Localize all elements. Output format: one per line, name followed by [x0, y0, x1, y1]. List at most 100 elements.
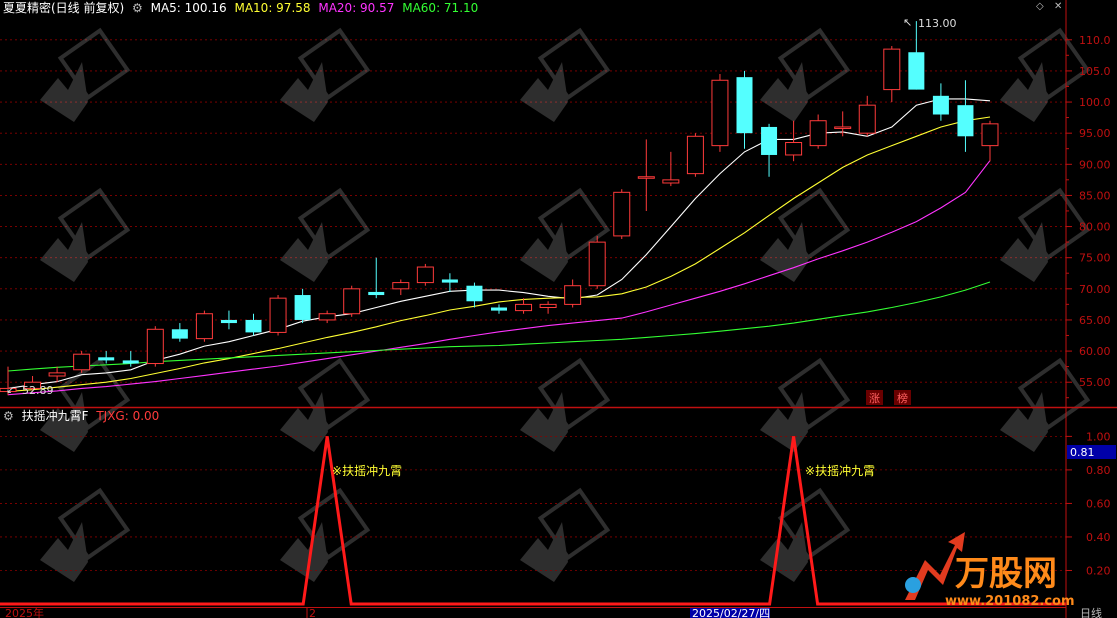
price-tick-label: 90.00 [1079, 158, 1111, 171]
logo-brand-text: 万股网 [955, 554, 1057, 594]
watermark-bull-icon [1000, 392, 1048, 452]
candle [368, 257, 385, 299]
signal-series [0, 436, 1066, 606]
indicator-name[interactable]: 扶摇冲九霄F [22, 409, 89, 423]
candle [416, 263, 434, 286]
main-header: 夏夏精密(日线 前复权) ⚙ MA5: 100.16 MA10: 97.58 M… [3, 0, 482, 16]
candle-body [294, 295, 311, 320]
candle-body [858, 104, 876, 134]
indicator-tick-label: 0.80 [1086, 464, 1111, 477]
signal-label-1: ※扶摇冲九霄 [332, 463, 402, 478]
candle [539, 301, 557, 314]
candle-body [932, 95, 949, 115]
candle [785, 120, 803, 162]
candle [392, 279, 410, 296]
watermark-bull-icon [280, 392, 328, 452]
candle-body [957, 105, 974, 137]
candle-body [48, 372, 66, 377]
zhang-badge[interactable]: 涨 [866, 390, 883, 405]
watermark-bull-icon [760, 392, 808, 452]
watermark-mark [280, 357, 371, 452]
low-price-label: 52.89 [22, 384, 54, 397]
candle-body [368, 291, 385, 296]
candle-body [441, 279, 458, 283]
candle [711, 74, 729, 152]
footer-period-label: 日线 [1080, 606, 1102, 618]
indicator-gear-icon[interactable]: ⚙ [3, 409, 14, 423]
watermark-bull-icon [40, 62, 88, 122]
candle-body [785, 142, 803, 156]
candle-body [466, 285, 483, 302]
watermark-mark [520, 27, 611, 122]
indicator-tick-label: 0.60 [1086, 497, 1111, 510]
price-tick-label: 55.00 [1079, 376, 1111, 389]
watermark-bull-icon [520, 392, 568, 452]
candlestick-series[interactable] [0, 21, 999, 396]
candle-body [318, 313, 336, 321]
ma60-label: MA60: 71.10 [402, 1, 479, 15]
candle-body [736, 77, 753, 134]
watermark-mark [760, 357, 851, 452]
candle [171, 323, 188, 342]
candle-body [761, 126, 778, 155]
candle [220, 310, 237, 330]
candle-body [662, 179, 680, 184]
candle [245, 313, 262, 336]
stock-title[interactable]: 夏夏精密(日线 前复权) [3, 1, 124, 15]
candle-body [220, 319, 237, 324]
candle [613, 189, 631, 240]
candle-body [908, 52, 925, 90]
candle-body [392, 282, 410, 290]
bang-badge[interactable]: 榜 [894, 390, 911, 405]
price-axis: 110.0 105.0 100.0 95.00 90.00 85.00 80.00 75.00… [1066, 34, 1111, 399]
diamond-icon[interactable]: ◇ [1036, 1, 1044, 12]
indicator-tick-label: 1.00 [1086, 430, 1111, 443]
candle-body [491, 307, 507, 311]
watermark-bull-icon [40, 222, 88, 282]
settings-gear-icon[interactable]: ⚙ [132, 1, 143, 15]
watermark-bull-icon [280, 62, 328, 122]
candle-body [711, 79, 729, 147]
watermark-bull-icon [1000, 62, 1048, 122]
candle-body [98, 357, 115, 361]
brand-logo: 万股网 www.201082.com [905, 532, 1075, 609]
watermark-mark [1000, 357, 1091, 452]
candle [491, 304, 507, 314]
close-icon[interactable]: ✕ [1054, 1, 1062, 12]
price-tick-label: 80.00 [1079, 221, 1111, 234]
candle [957, 80, 974, 152]
price-tick-label: 70.00 [1079, 283, 1111, 296]
watermark-mark [40, 487, 131, 582]
ma10-label: MA10: 97.58 [234, 1, 311, 15]
watermark-mark [520, 357, 611, 452]
candle [588, 235, 606, 289]
zhang-badge-label: 涨 [869, 392, 880, 405]
candle [686, 133, 704, 177]
price-tick-label: 60.00 [1079, 345, 1111, 358]
watermark-mark [1000, 187, 1091, 282]
candle [294, 288, 311, 324]
watermark-mark [40, 27, 131, 122]
high-price-pointer: ↖ [903, 16, 912, 29]
candle-body [146, 328, 164, 365]
signal-label-2: ※扶摇冲九霄 [805, 463, 875, 478]
candle [908, 21, 925, 90]
logo-coin-icon [905, 577, 921, 593]
price-tick-label: 95.00 [1079, 127, 1111, 140]
watermark-mark [520, 487, 611, 582]
candle [73, 351, 91, 373]
candle-body [269, 297, 287, 333]
price-tick-label: 85.00 [1079, 189, 1111, 202]
candle-body [171, 329, 188, 339]
candle-body [245, 319, 262, 333]
candle-body [834, 126, 852, 129]
indicator-tick-label: 0.20 [1086, 564, 1111, 577]
candle-body [981, 123, 999, 147]
watermark-layer [40, 27, 1091, 582]
logo-url-text: www.201082.com [945, 594, 1075, 609]
price-tick-label: 75.00 [1079, 252, 1111, 265]
indicator-header: ⚙ 扶摇冲九霄F TJXG: 0.00 [3, 408, 163, 424]
candle-body [637, 176, 655, 179]
candle [736, 70, 753, 149]
high-price-label: 113.00 [918, 17, 957, 30]
